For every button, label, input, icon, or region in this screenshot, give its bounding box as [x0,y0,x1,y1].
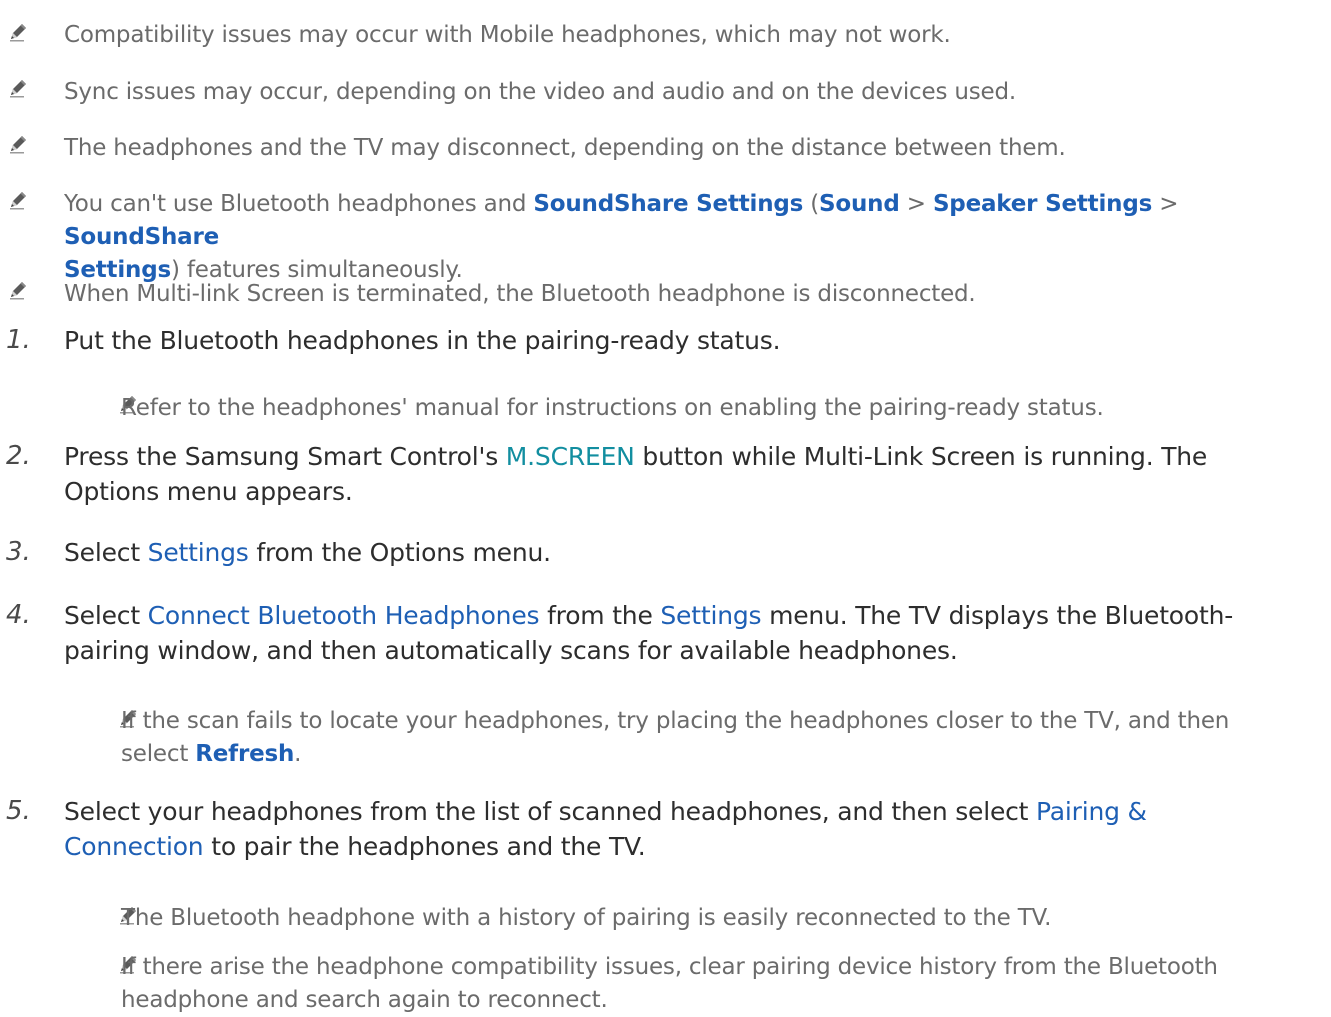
step-number: 5. [6,796,31,826]
step-3-text: Select Settings from the Options menu. [64,538,551,567]
pencil-icon [8,134,28,154]
pairing-connection-ref[interactable]: Connection [64,832,204,861]
note-compatibility: Compatibility issues may occur with Mobi… [64,22,951,48]
step-number: 1. [6,325,31,355]
step-4-text: Select Connect Bluetooth Headphones from… [64,601,1234,665]
soundshare-settings-link[interactable]: SoundShare Settings [533,191,803,217]
note-sync: Sync issues may occur, depending on the … [64,79,1016,105]
sound-link[interactable]: Sound [819,191,900,217]
note-soundshare: You can't use Bluetooth headphones and S… [64,191,1179,283]
step-5-text: Select your headphones from the list of … [64,797,1147,861]
note-disconnect-distance: The headphones and the TV may disconnect… [64,135,1066,161]
step-2-text: Press the Samsung Smart Control's M.SCRE… [64,442,1208,506]
refresh-ref[interactable]: Refresh [195,741,294,767]
step-number: 2. [6,441,31,471]
step-number: 4. [6,600,31,630]
pencil-icon [8,78,28,98]
step-5-note-2: If there arise the headphone compatibili… [121,954,1218,1013]
m-screen-button-ref: M.SCREEN [505,442,635,471]
settings-menu-ref[interactable]: Settings [660,601,761,630]
soundshare-link[interactable]: SoundShare [64,224,219,250]
note-multilink: When Multi-link Screen is terminated, th… [64,281,976,307]
pencil-icon [8,280,28,300]
settings-menu-ref[interactable]: Settings [148,538,249,567]
speaker-settings-link[interactable]: Speaker Settings [933,191,1152,217]
connect-bluetooth-headphones-ref[interactable]: Connect Bluetooth Headphones [148,601,540,630]
step-number: 3. [6,537,31,567]
step-1-note: Refer to the headphones' manual for inst… [121,395,1104,421]
pencil-icon [8,190,28,210]
pairing-connection-ref[interactable]: Pairing & [1036,797,1147,826]
step-5-note-1: The Bluetooth headphone with a history o… [121,905,1052,931]
step-1-text: Put the Bluetooth headphones in the pair… [64,326,781,355]
step-4-note: If the scan fails to locate your headpho… [121,708,1230,767]
pencil-icon [8,22,28,42]
